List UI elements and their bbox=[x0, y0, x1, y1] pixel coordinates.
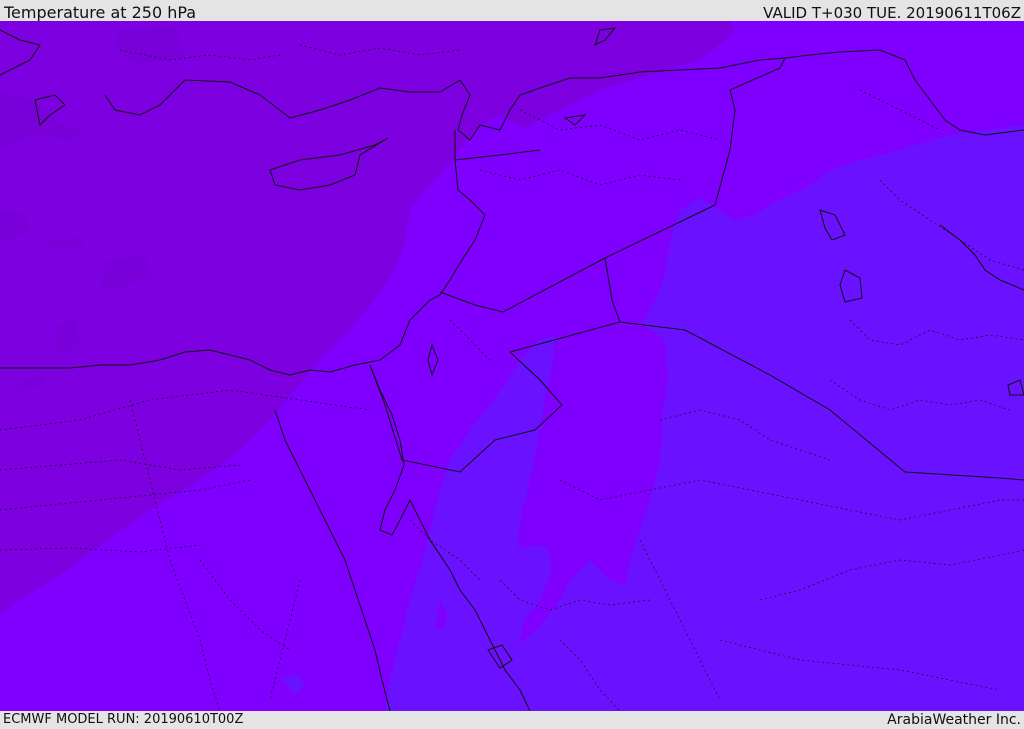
header-bar: Temperature at 250 hPa VALID T+030 TUE. … bbox=[0, 0, 1024, 22]
map-title: Temperature at 250 hPa bbox=[4, 3, 197, 22]
temperature-map bbox=[0, 21, 1024, 711]
valid-time: VALID T+030 TUE. 20190611T06Z bbox=[763, 4, 1021, 22]
credit-label: ArabiaWeather Inc. bbox=[887, 712, 1021, 728]
footer-bar: ECMWF MODEL RUN: 20190610T00Z ArabiaWeat… bbox=[0, 711, 1024, 729]
map-panel[interactable] bbox=[0, 21, 1024, 711]
model-run-label: ECMWF MODEL RUN: 20190610T00Z bbox=[3, 712, 244, 727]
